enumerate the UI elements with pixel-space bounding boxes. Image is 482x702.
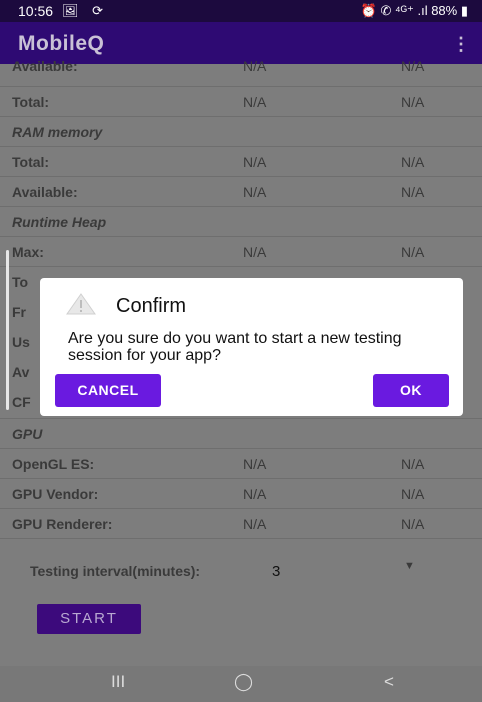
section-gpu: GPU: [0, 420, 482, 448]
divider: [0, 86, 482, 87]
section-runtime-heap: Runtime Heap: [0, 208, 482, 236]
row-value-1: N/A: [243, 154, 267, 170]
row-label: GPU Renderer:: [12, 516, 113, 532]
row-label: To: [12, 274, 29, 290]
status-time: 10:56: [18, 3, 54, 19]
divider: [0, 146, 482, 147]
interval-label: Testing interval(minutes):: [30, 563, 201, 579]
row-label: Fr: [12, 304, 26, 320]
ok-button[interactable]: OK: [373, 374, 449, 407]
back-icon[interactable]: <: [384, 672, 394, 692]
row-value-2: N/A: [401, 94, 425, 110]
section-label: RAM memory: [12, 124, 103, 140]
row-ram-total: Total: N/A N/A: [0, 148, 482, 176]
row-label: Max:: [12, 244, 44, 260]
section-ram-memory: RAM memory: [0, 118, 482, 146]
row-label: Available:: [12, 58, 78, 74]
divider: [0, 206, 482, 207]
navigation-bar: III ◯ <: [0, 666, 482, 702]
row-total: Total: N/A N/A: [0, 88, 482, 116]
divider: [0, 538, 482, 539]
divider: [0, 478, 482, 479]
cancel-button[interactable]: CANCEL: [55, 374, 161, 407]
home-icon[interactable]: ◯: [234, 672, 253, 692]
row-value-2: N/A: [401, 244, 425, 260]
dialog-message: Are you sure do you want to start a new …: [68, 330, 402, 364]
row-gpu-renderer: GPU Renderer: N/A N/A: [0, 510, 482, 538]
row-heap-max: Max: N/A N/A: [0, 238, 482, 266]
interval-value[interactable]: 3: [272, 563, 280, 580]
dropdown-arrow-icon[interactable]: ▼: [404, 560, 415, 572]
divider: [0, 418, 482, 419]
row-label: GPU Vendor:: [12, 486, 99, 502]
status-bar: 10:56 🖼 ⟳ ⏰ ✆ ⁴ᴳ⁺ .ıl 88% ▮: [0, 0, 482, 22]
row-label: Total:: [12, 154, 50, 170]
row-value-2: N/A: [401, 516, 425, 532]
divider: [0, 116, 482, 117]
divider: [0, 176, 482, 177]
status-right-icons: ⏰ ✆ ⁴ᴳ⁺ .ıl 88% ▮: [360, 3, 468, 18]
row-label: Us: [12, 334, 30, 350]
row-value-1: N/A: [243, 486, 267, 502]
row-value-2: N/A: [401, 184, 425, 200]
start-button[interactable]: START: [37, 604, 141, 634]
row-gpu-vendor: GPU Vendor: N/A N/A: [0, 480, 482, 508]
divider: [0, 508, 482, 509]
row-value-1: N/A: [243, 184, 267, 200]
row-value-2: N/A: [401, 58, 425, 74]
row-label: Available:: [12, 184, 78, 200]
notification-icons: 🖼 ⟳: [62, 3, 109, 18]
row-value-1: N/A: [243, 244, 267, 260]
row-ram-available: Available: N/A N/A: [0, 178, 482, 206]
row-opengl-es: OpenGL ES: N/A N/A: [0, 450, 482, 478]
row-label: Av: [12, 364, 30, 380]
divider: [0, 266, 482, 267]
row-value-1: N/A: [243, 58, 267, 74]
section-label: Runtime Heap: [12, 214, 107, 230]
row-label: CF: [12, 394, 31, 410]
divider: [0, 236, 482, 237]
row-value-1: N/A: [243, 94, 267, 110]
row-available-partial: Available: N/A N/A: [0, 52, 482, 80]
row-label: OpenGL ES:: [12, 456, 95, 472]
warning-icon: [66, 293, 96, 315]
recents-icon[interactable]: III: [111, 672, 125, 692]
row-value-1: N/A: [243, 456, 267, 472]
row-value-2: N/A: [401, 456, 425, 472]
row-value-1: N/A: [243, 516, 267, 532]
row-value-2: N/A: [401, 486, 425, 502]
edge-panel-handle[interactable]: [6, 250, 9, 410]
row-value-2: N/A: [401, 154, 425, 170]
confirm-dialog: Confirm Are you sure do you want to star…: [40, 278, 463, 416]
dialog-title: Confirm: [116, 295, 187, 317]
divider: [0, 448, 482, 449]
section-label: GPU: [12, 426, 43, 442]
row-label: Total:: [12, 94, 50, 110]
